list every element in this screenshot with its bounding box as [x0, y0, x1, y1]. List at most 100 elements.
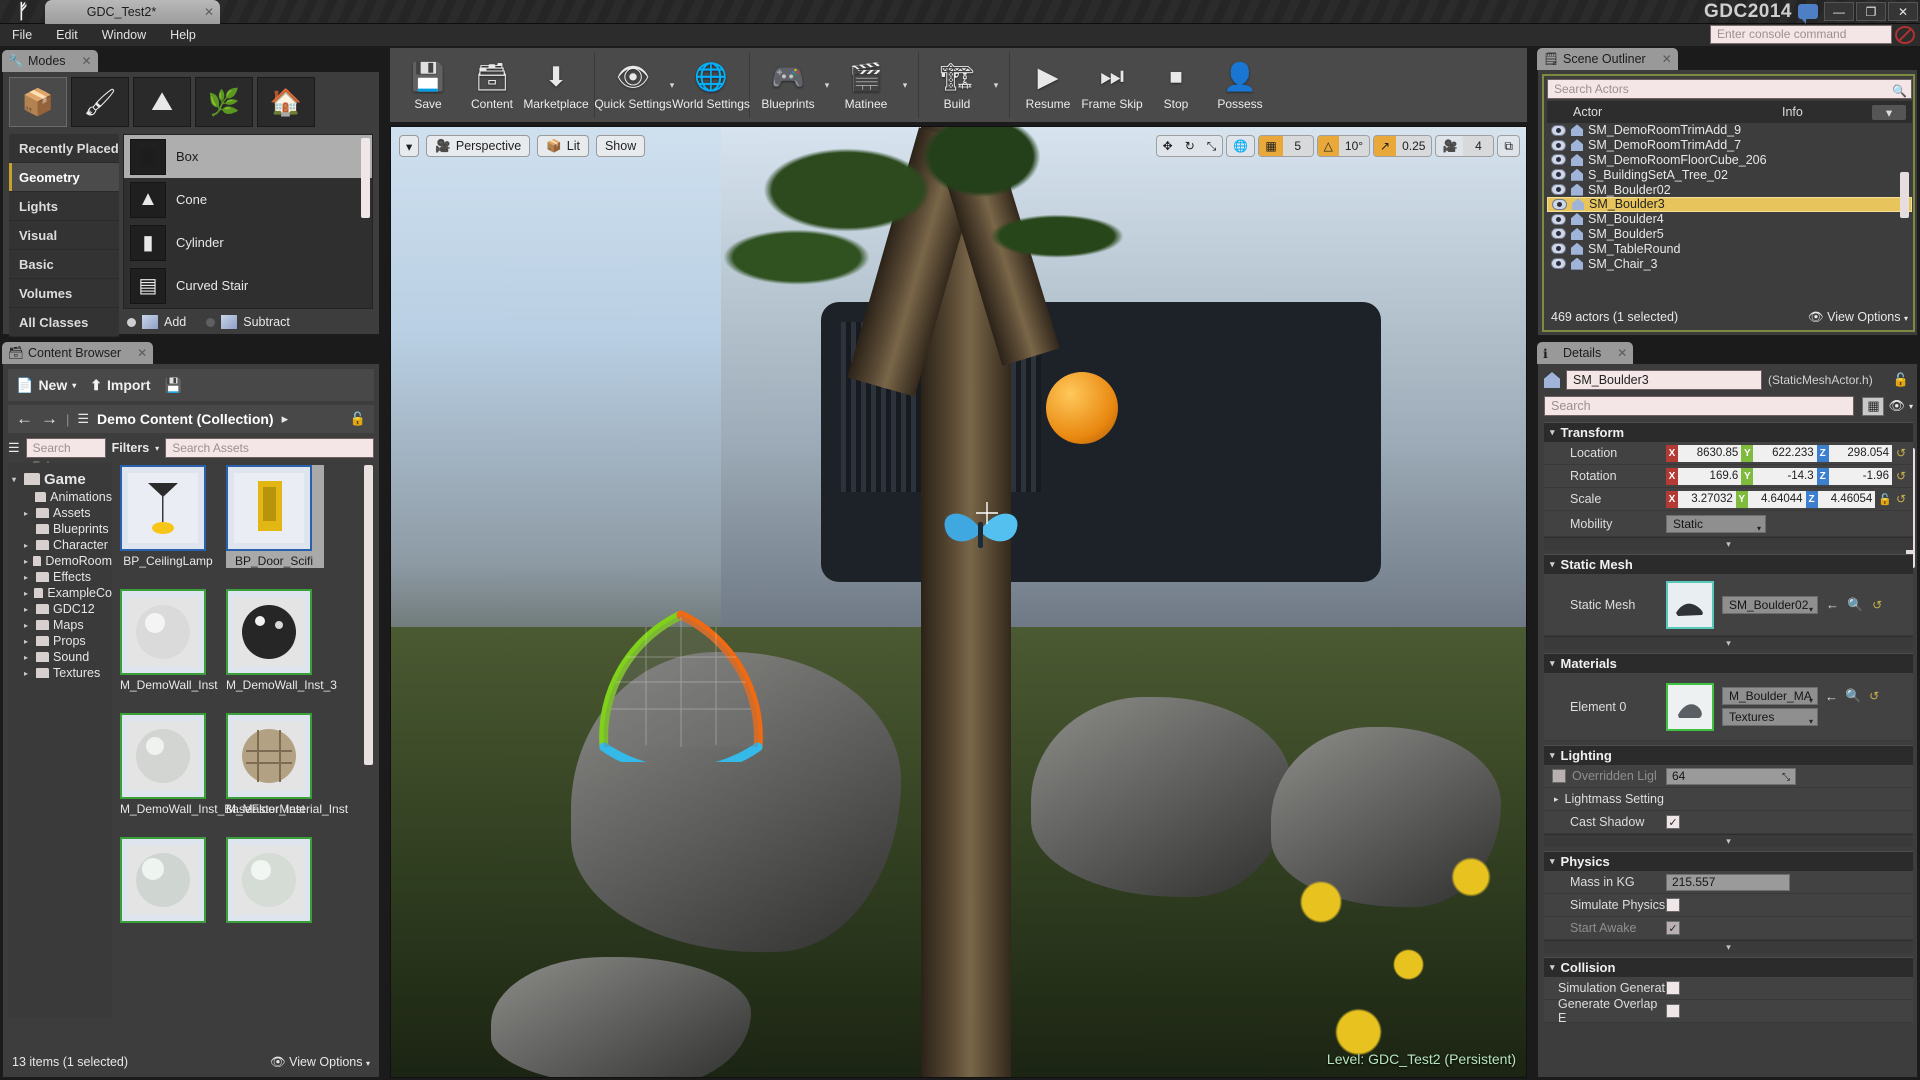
- visibility-eye-icon[interactable]: [1551, 214, 1566, 225]
- expander-icon[interactable]: ▾: [1550, 427, 1555, 438]
- section-header-static-mesh[interactable]: ▾ Static Mesh: [1544, 554, 1913, 574]
- level-viewport[interactable]: ▾ 🎥 Perspective 📦 Lit Show ✥ ↻ ⤡ 🌐: [390, 126, 1527, 1078]
- possess-button[interactable]: 👤 Possess: [1208, 52, 1272, 118]
- breadcrumb-path[interactable]: Demo Content (Collection): [97, 411, 274, 427]
- location-x-field[interactable]: 8630.85: [1678, 445, 1741, 462]
- expander-icon[interactable]: ▸: [1554, 794, 1559, 805]
- textures-dropdown[interactable]: Textures ▾: [1722, 708, 1818, 726]
- resume-button[interactable]: ▶ Resume: [1016, 52, 1080, 118]
- save-button[interactable]: 💾 Save: [396, 52, 460, 118]
- static-mesh-dropdown[interactable]: SM_Boulder02 ▾: [1722, 596, 1818, 614]
- close-icon[interactable]: ✕: [1617, 346, 1627, 360]
- column-info[interactable]: Info: [1782, 105, 1872, 119]
- material-dropdown[interactable]: M_Boulder_MA ▾: [1722, 687, 1818, 705]
- outliner-row[interactable]: SM_Chair_3: [1547, 256, 1912, 271]
- grid-view-toggle[interactable]: ▦: [1862, 397, 1884, 416]
- grid-snap-toggle[interactable]: ▦: [1259, 135, 1282, 157]
- outliner-row[interactable]: SM_TableRound: [1547, 241, 1912, 256]
- tree-node-exampleco[interactable]: ▸ ExampleCo: [12, 585, 112, 601]
- tree-node-sound[interactable]: ▸ Sound: [12, 649, 112, 665]
- actor-name-field[interactable]: SM_Boulder3: [1566, 370, 1762, 390]
- outliner-row[interactable]: S_BuildingSetA_Tree_02: [1547, 167, 1912, 182]
- eye-icon[interactable]: 👁: [1888, 398, 1905, 414]
- browse-to-asset-icon[interactable]: ←: [1825, 689, 1838, 704]
- rotation-y-field[interactable]: -14.3: [1753, 468, 1816, 485]
- browse-to-asset-icon[interactable]: ←: [1826, 597, 1839, 612]
- outliner-row-selected[interactable]: SM_Boulder3: [1547, 197, 1912, 212]
- reset-static-mesh-icon[interactable]: ↺: [1871, 598, 1883, 612]
- tree-node-maps[interactable]: ▸ Maps: [12, 617, 112, 633]
- project-tab[interactable]: GDC_Test2* ✕: [45, 0, 220, 24]
- mobility-dropdown[interactable]: Static ▾: [1666, 515, 1766, 533]
- scale-y-field[interactable]: 4.64044: [1748, 491, 1806, 508]
- quick-settings-button[interactable]: 👁 Quick Settings: [601, 52, 665, 118]
- tree-node-animations[interactable]: Animations: [12, 489, 112, 505]
- lighting-expander[interactable]: ▾: [1544, 834, 1913, 847]
- scale-lock-icon[interactable]: 🔓: [1878, 493, 1892, 506]
- camera-speed-icon[interactable]: 🎥: [1436, 135, 1463, 157]
- expander-icon[interactable]: ▾: [1550, 856, 1555, 867]
- maximize-button[interactable]: ❐: [1856, 2, 1886, 21]
- grid-snap-value[interactable]: 5: [1283, 135, 1313, 157]
- expander-icon[interactable]: ▸: [24, 653, 32, 662]
- camera-mode-button[interactable]: 🎥 Perspective: [426, 135, 530, 157]
- blueprints-dropdown[interactable]: ▾: [820, 52, 834, 118]
- overridden-light-checkbox[interactable]: [1552, 769, 1566, 783]
- details-tab[interactable]: ℹ Details ✕: [1537, 342, 1633, 364]
- search-folders-input[interactable]: Search Fol: [26, 438, 106, 458]
- scale-snap-value[interactable]: 0.25: [1396, 135, 1431, 157]
- tree-node-effects[interactable]: ▸ Effects: [12, 569, 112, 585]
- foliage-mode-icon[interactable]: 🌿: [195, 77, 253, 127]
- visibility-eye-icon[interactable]: [1551, 169, 1566, 180]
- content-button[interactable]: 🗃 Content: [460, 52, 524, 118]
- radio-subtract[interactable]: [206, 318, 215, 327]
- material-thumbnail[interactable]: [1666, 683, 1714, 731]
- expander-icon[interactable]: ▸: [24, 573, 32, 582]
- asset-tile[interactable]: M_DemoWall_Inst_3: [226, 589, 324, 692]
- asset-tile[interactable]: [120, 837, 218, 926]
- scale-z-field[interactable]: 4.46054: [1818, 491, 1876, 508]
- stop-button[interactable]: ■ Stop: [1144, 52, 1208, 118]
- search-actors-input[interactable]: Search Actors 🔍: [1547, 79, 1912, 99]
- column-actor[interactable]: Actor: [1547, 105, 1782, 119]
- static-mesh-expander[interactable]: ▾: [1544, 636, 1913, 649]
- column-menu-button[interactable]: ▾: [1872, 105, 1906, 120]
- camera-speed-value[interactable]: 4: [1463, 135, 1493, 157]
- expander-icon[interactable]: ▾: [1550, 559, 1555, 570]
- outliner-row[interactable]: SM_DemoRoomTrimAdd_9: [1547, 123, 1912, 138]
- scale-x-field[interactable]: 3.27032: [1678, 491, 1736, 508]
- place-mode-icon[interactable]: 📦: [9, 77, 67, 127]
- location-y-field[interactable]: 622.233: [1753, 445, 1816, 462]
- matinee-button[interactable]: 🎬 Matinee: [834, 52, 898, 118]
- transform-expander[interactable]: ▾: [1544, 537, 1913, 550]
- chat-bubble-icon[interactable]: [1798, 4, 1818, 19]
- spinner-icon[interactable]: ⤡: [1782, 770, 1790, 785]
- close-icon[interactable]: ✕: [198, 5, 220, 19]
- geometry-item-cone[interactable]: ▲ Cone: [124, 178, 372, 221]
- visibility-eye-icon[interactable]: [1551, 228, 1566, 239]
- expander-icon[interactable]: ▸: [24, 557, 29, 566]
- new-asset-button[interactable]: 📄 New ▾: [16, 377, 76, 394]
- lock-icon[interactable]: 🔓: [1893, 372, 1909, 388]
- import-button[interactable]: ⬆ Import: [90, 377, 150, 394]
- close-icon[interactable]: ✕: [1662, 52, 1672, 66]
- section-header-lighting[interactable]: ▾ Lighting: [1544, 745, 1913, 765]
- tree-node-textures[interactable]: ▸ Textures: [12, 665, 112, 681]
- category-visual[interactable]: Visual: [9, 221, 119, 250]
- maximize-viewport-icon[interactable]: ⧉: [1498, 135, 1519, 157]
- physics-expander[interactable]: ▾: [1544, 940, 1913, 953]
- mass-in-kg-field[interactable]: 215.557: [1666, 874, 1790, 891]
- matinee-dropdown[interactable]: ▾: [898, 52, 912, 118]
- geometry-editing-mode-icon[interactable]: 🏠: [257, 77, 315, 127]
- save-all-button[interactable]: 💾: [165, 377, 182, 394]
- menu-item-help[interactable]: Help: [158, 24, 208, 46]
- menu-item-window[interactable]: Window: [90, 24, 158, 46]
- expander-icon[interactable]: ▸: [24, 637, 32, 646]
- simulate-physics-checkbox[interactable]: [1666, 898, 1680, 912]
- close-icon[interactable]: ✕: [82, 54, 92, 68]
- simulation-generates-checkbox[interactable]: [1666, 981, 1680, 995]
- category-recently-placed[interactable]: Recently Placed: [9, 134, 119, 163]
- outliner-row[interactable]: SM_Boulder02: [1547, 182, 1912, 197]
- back-icon[interactable]: ←: [16, 409, 33, 429]
- close-window-button[interactable]: ✕: [1888, 2, 1918, 21]
